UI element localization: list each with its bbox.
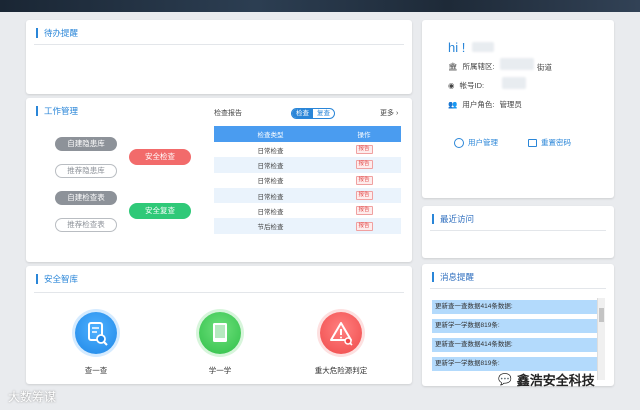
watermark-text: 大数筹谋 <box>8 390 57 404</box>
recommended-table-button[interactable]: 推荐检查表 <box>55 218 117 232</box>
check-type-cell: 日常检查 <box>257 178 284 186</box>
book-icon[interactable] <box>199 312 241 354</box>
account-label: 帐号ID: <box>459 81 485 90</box>
report-toggle[interactable]: 检查 复查 <box>291 108 335 119</box>
recommended-hazard-button[interactable]: 推荐隐患库 <box>55 164 117 178</box>
safety-check-button[interactable]: 安全检查 <box>129 149 191 165</box>
table-row: 日常检查 报告 <box>214 203 401 218</box>
greeting: hi ! <box>448 40 466 55</box>
check-type-cell: 日常检查 <box>214 187 328 204</box>
safety-recheck-button[interactable]: 安全复查 <box>129 203 191 219</box>
messages-title: 消息提醒 <box>432 272 474 282</box>
wechat-icon: 💬 <box>498 374 512 386</box>
divider <box>430 230 606 231</box>
messages-card: 消息提醒 更新查一查数据414条数据: 更新学一学数据819条: 更新查一查数据… <box>422 264 614 386</box>
recent-visits-card: 最近访问 <box>422 206 614 258</box>
building-icon: 🏛 <box>448 62 458 71</box>
divider <box>34 44 404 45</box>
role-value: 管理员 <box>499 100 522 109</box>
user-management-label: 用户管理 <box>468 138 498 147</box>
report-tag[interactable]: 报告 <box>355 175 373 185</box>
redacted-account <box>502 77 526 89</box>
report-tag[interactable]: 报告 <box>355 145 373 155</box>
role-row: 👥 用户角色: 管理员 <box>448 99 522 110</box>
table-header-row: 检查类型 操作 <box>214 126 401 142</box>
check-type-cell: 日常检查 <box>214 157 328 173</box>
reset-password-label: 重置密码 <box>541 138 571 147</box>
library-item-label: 学一学 <box>208 366 232 375</box>
redacted-username <box>472 42 494 52</box>
toggle-recheck[interactable]: 复查 <box>313 109 334 118</box>
report-tag[interactable]: 报告 <box>355 206 373 216</box>
message-item[interactable]: 更新查一查数据414条数据: <box>432 338 598 352</box>
report-table: 检查类型 操作 日常检查 报告 日常检查 报告 日常检查 报告 日常检查 报告 日常检查… <box>214 126 401 234</box>
column-header: 操作 <box>327 126 401 142</box>
column-header: 检查类型 <box>214 126 328 142</box>
messages-scrollbar[interactable] <box>597 298 605 380</box>
library-title: 安全智库 <box>36 274 78 284</box>
pending-card: 待办提醒 <box>26 20 412 94</box>
library-item-label: 查一查 <box>84 366 108 375</box>
users-icon: 👥 <box>448 100 458 109</box>
district-suffix: 街道 <box>537 63 552 72</box>
message-item[interactable]: 更新学一学数据819条: <box>432 357 598 371</box>
lock-icon <box>528 138 537 147</box>
more-link[interactable]: 更多 › <box>380 108 398 118</box>
recent-title: 最近访问 <box>432 214 474 224</box>
table-row: 节后检查 报告 <box>214 218 401 234</box>
hazard-library-button[interactable]: 自建隐患库 <box>55 137 117 151</box>
user-icon <box>454 137 464 148</box>
message-item[interactable]: 更新学一学数据819条: <box>432 319 598 333</box>
toggle-check[interactable]: 检查 <box>292 109 313 118</box>
message-item[interactable]: 更新查一查数据414条数据: <box>432 300 598 314</box>
warning-search-icon[interactable] <box>320 312 362 354</box>
table-row: 日常检查 报告 <box>214 173 401 188</box>
divider <box>34 292 404 293</box>
report-tag[interactable]: 报告 <box>355 160 373 170</box>
check-type-cell: 日常检查 <box>257 147 284 155</box>
redacted-district <box>500 58 534 70</box>
reset-password-button[interactable]: 重置密码 <box>528 137 571 148</box>
table-row: 日常检查 报告 <box>214 187 401 204</box>
brand-label: 💬 鑫浩安全科技 <box>498 370 595 389</box>
library-item-label: 重大危险源判定 <box>314 366 368 375</box>
report-tag[interactable]: 报告 <box>355 191 373 201</box>
scrollbar-thumb[interactable] <box>599 308 604 322</box>
brand-text: 鑫浩安全科技 <box>516 373 595 388</box>
check-type-cell: 日常检查 <box>257 208 284 216</box>
table-row: 日常检查 报告 <box>214 157 401 173</box>
pending-title: 待办提醒 <box>36 28 78 38</box>
divider <box>430 288 606 289</box>
role-label: 用户角色: <box>462 100 495 109</box>
report-tag[interactable]: 报告 <box>355 221 373 231</box>
table-row: 日常检查 报告 <box>214 142 401 157</box>
user-circle-icon: ◉ <box>448 81 455 90</box>
district-row: 🏛 所属辖区: <box>448 61 495 72</box>
district-label: 所属辖区: <box>462 62 495 71</box>
user-management-button[interactable]: 用户管理 <box>454 137 498 148</box>
report-label: 检查报告 <box>214 110 242 117</box>
search-document-icon[interactable] <box>75 312 117 354</box>
check-table-button[interactable]: 自建检查表 <box>55 191 117 205</box>
check-type-cell: 节后检查 <box>214 218 328 234</box>
account-row: ◉ 帐号ID: <box>448 80 484 91</box>
work-title: 工作管理 <box>36 106 78 116</box>
